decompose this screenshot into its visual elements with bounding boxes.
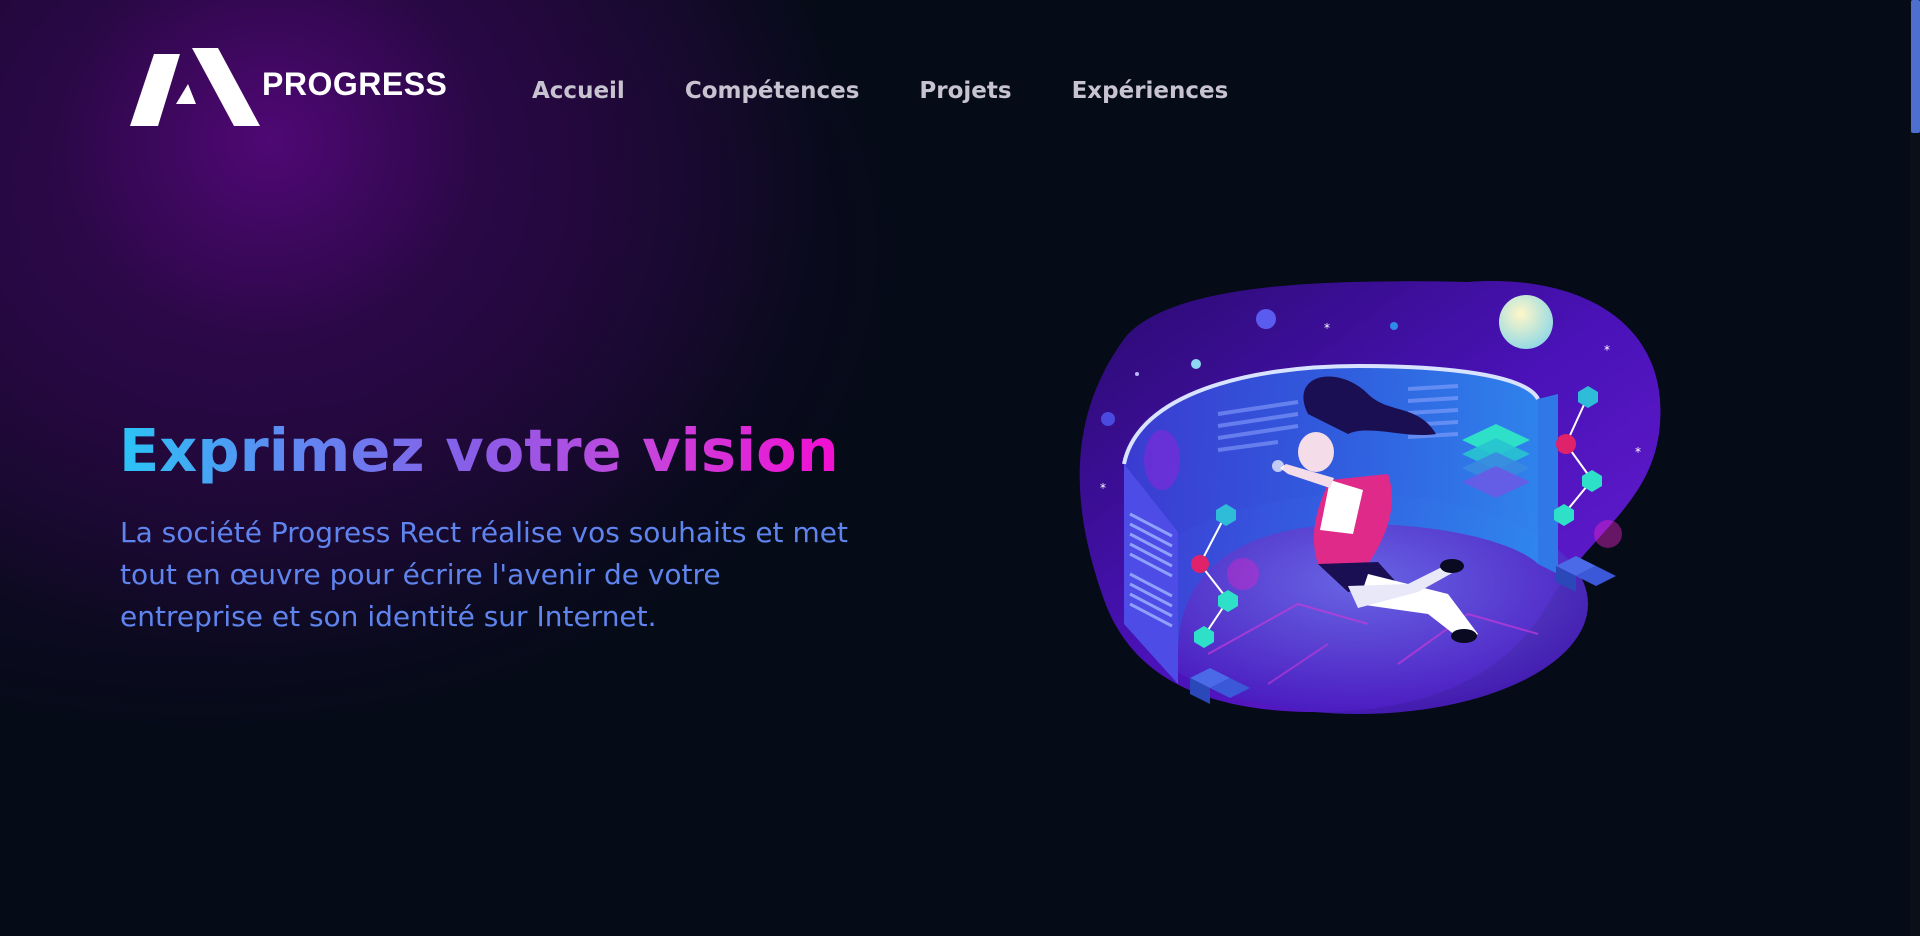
svg-text:*: * [1324,321,1330,335]
scrollbar-thumb[interactable] [1911,0,1920,133]
progress-logo-icon [130,48,260,126]
nav-item-experiences[interactable]: Expériences [1072,74,1229,108]
brand-name: PROGRESS [262,65,448,102]
svg-text:*: * [1100,481,1106,495]
nav-item-accueil[interactable]: Accueil [532,74,625,108]
floating-woman-hologram-illustration-icon: * * * * [1079,281,1661,714]
nav-item-competences[interactable]: Compétences [685,74,860,108]
main-nav: Accueil Compétences Projets Expériences [532,74,1288,108]
nav-item-projets[interactable]: Projets [919,74,1011,108]
hero-title: Exprimez votre vision [119,414,839,488]
svg-text:*: * [1604,343,1610,357]
brand-logo[interactable]: PROGRESS [130,48,447,126]
page-scrollbar[interactable] [1910,0,1920,936]
hero-illustration: * * * * [1068,274,1668,720]
hero-description: La société Progress Rect réalise vos sou… [120,516,848,633]
site-header: PROGRESS Accueil Compétences Projets Exp… [0,0,1910,180]
svg-text:*: * [1635,445,1641,459]
